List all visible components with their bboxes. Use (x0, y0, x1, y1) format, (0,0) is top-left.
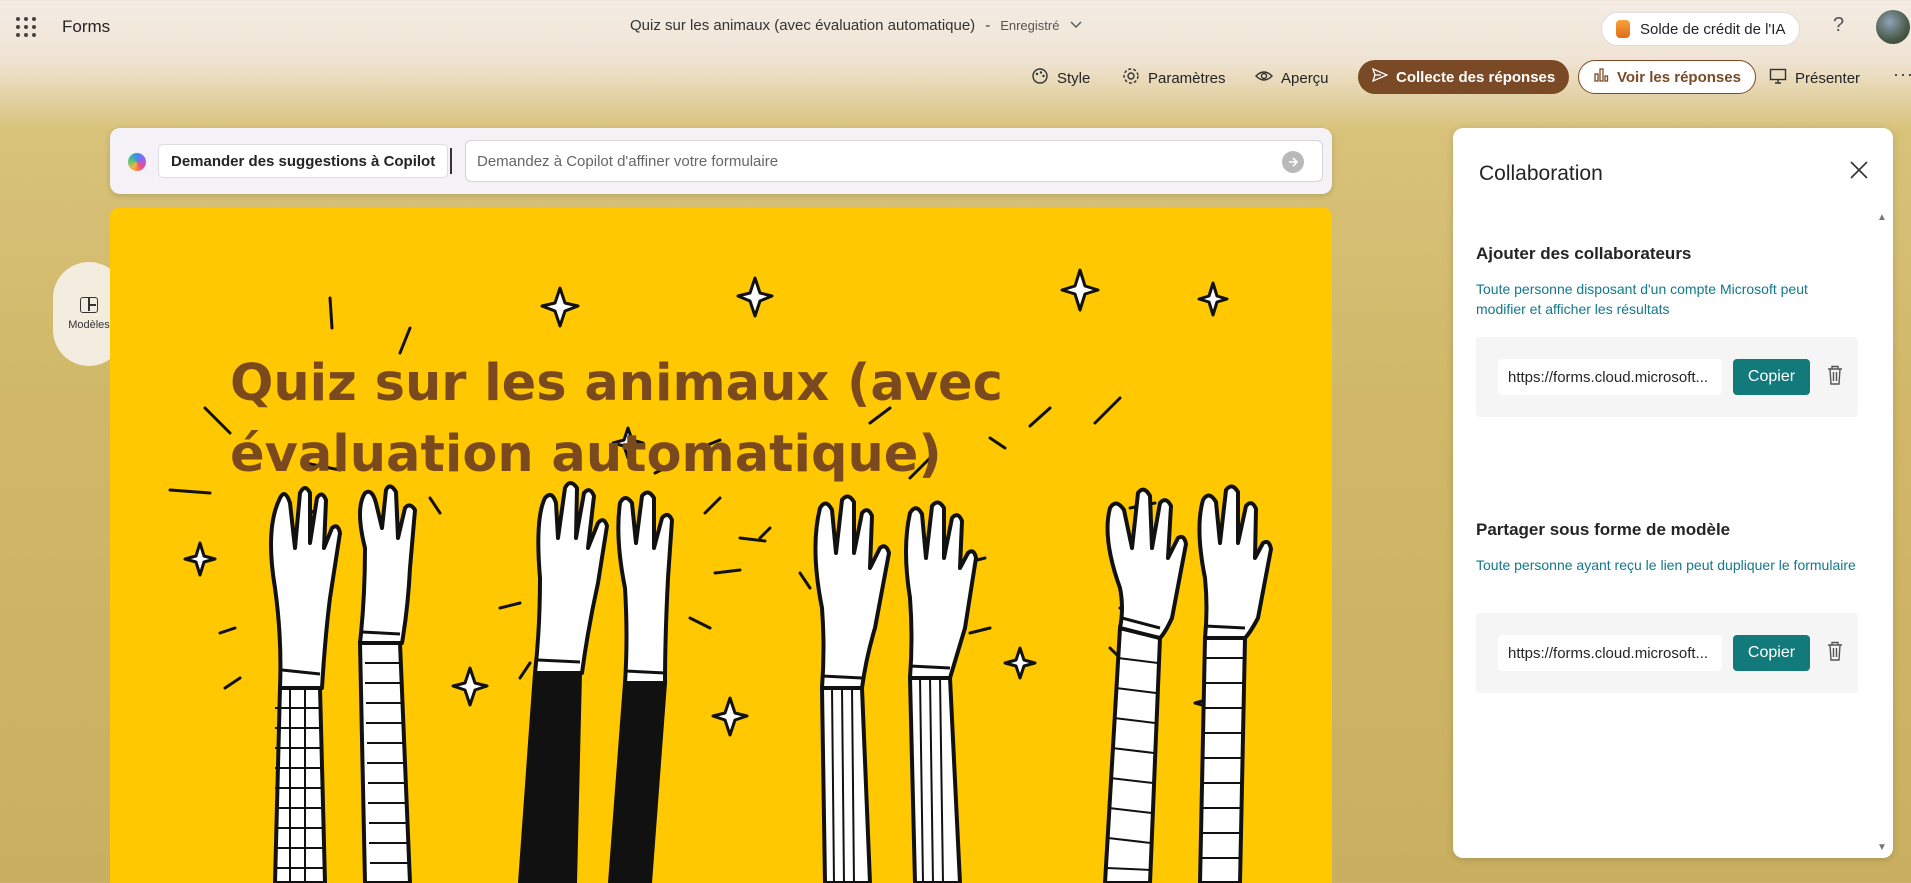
share-template-description: Toute personne ayant reçu le lien peut d… (1476, 557, 1856, 573)
top-bar: Forms Quiz sur les animaux (avec évaluat… (0, 0, 1911, 56)
help-icon[interactable]: ? (1833, 14, 1844, 37)
add-collaborators-description: Toute personne disposant d'un compte Mic… (1476, 281, 1808, 317)
app-launcher-icon[interactable] (16, 17, 36, 37)
palette-icon (1030, 67, 1050, 90)
template-link-field[interactable]: https://forms.cloud.microsoft... (1498, 635, 1722, 671)
copilot-suggestions-button[interactable]: Demander des suggestions à Copilot (158, 144, 449, 178)
layout-grid-icon (80, 297, 98, 313)
trash-icon[interactable] (1827, 365, 1843, 385)
scroll-down-arrow-icon[interactable]: ▼ (1877, 842, 1887, 853)
templates-label: Modèles (68, 319, 110, 331)
coin-stack-icon (1616, 20, 1630, 38)
form-header-banner: Quiz sur les animaux (avec évaluation au… (110, 208, 1332, 883)
send-icon (1371, 67, 1389, 87)
style-label: Style (1057, 69, 1091, 87)
form-title[interactable]: Quiz sur les animaux (avec évaluation au… (230, 348, 1210, 490)
view-responses-button[interactable]: Voir les réponses (1578, 60, 1756, 94)
template-link-row: https://forms.cloud.microsoft... Copier (1476, 613, 1858, 693)
settings-label: Paramètres (1148, 69, 1226, 87)
gear-icon (1121, 67, 1141, 90)
add-collaborators-heading: Ajouter des collaborateurs (1476, 244, 1692, 263)
bar-chart-icon (1593, 67, 1609, 87)
collaborator-link-row: https://forms.cloud.microsoft... Copier (1476, 337, 1858, 417)
document-title-area[interactable]: Quiz sur les animaux (avec évaluation au… (630, 17, 1083, 34)
copilot-icon (128, 153, 146, 171)
collect-responses-button[interactable]: Collecte des réponses (1358, 60, 1570, 94)
preview-label: Aperçu (1281, 69, 1329, 87)
monitor-icon (1768, 68, 1788, 89)
more-options-icon[interactable]: ··· (1893, 64, 1911, 85)
save-status: Enregistré (1000, 18, 1060, 33)
settings-button[interactable]: Paramètres (1121, 60, 1226, 96)
collaboration-panel: Collaboration ▲ ▼ Ajouter des collaborat… (1453, 128, 1893, 858)
copy-collaborator-link-button[interactable]: Copier (1733, 359, 1810, 395)
copilot-prompt-input[interactable]: Demandez à Copilot d'affiner votre formu… (465, 140, 1323, 182)
title-separator: - (985, 17, 991, 34)
scroll-up-arrow-icon[interactable]: ▲ (1877, 212, 1887, 223)
copilot-bar: Demander des suggestions à Copilot Deman… (110, 128, 1332, 194)
present-button[interactable]: Présenter (1768, 60, 1860, 96)
collaborator-link-field[interactable]: https://forms.cloud.microsoft... (1498, 359, 1722, 395)
document-title: Quiz sur les animaux (avec évaluation au… (630, 17, 976, 34)
avatar[interactable] (1876, 10, 1910, 44)
panel-title: Collaboration (1479, 162, 1603, 185)
app-name[interactable]: Forms (62, 17, 110, 37)
trash-icon[interactable] (1827, 641, 1843, 661)
preview-button[interactable]: Aperçu (1254, 60, 1329, 96)
close-icon[interactable] (1849, 158, 1869, 184)
view-responses-label: Voir les réponses (1617, 68, 1741, 86)
send-arrow-icon[interactable] (1282, 151, 1304, 173)
present-label: Présenter (1795, 69, 1861, 87)
eye-icon (1254, 69, 1274, 88)
share-template-heading: Partager sous forme de modèle (1476, 520, 1731, 539)
chevron-down-icon[interactable] (1069, 19, 1083, 33)
copy-template-link-button[interactable]: Copier (1733, 635, 1810, 671)
raised-hands-illustration (168, 268, 1273, 883)
ai-credit-label: Solde de crédit de l'IA (1640, 20, 1786, 38)
style-button[interactable]: Style (1030, 60, 1090, 96)
collect-responses-label: Collecte des réponses (1396, 68, 1556, 86)
text-cursor-divider (450, 148, 452, 174)
ai-credit-button[interactable]: Solde de crédit de l'IA (1601, 12, 1801, 46)
